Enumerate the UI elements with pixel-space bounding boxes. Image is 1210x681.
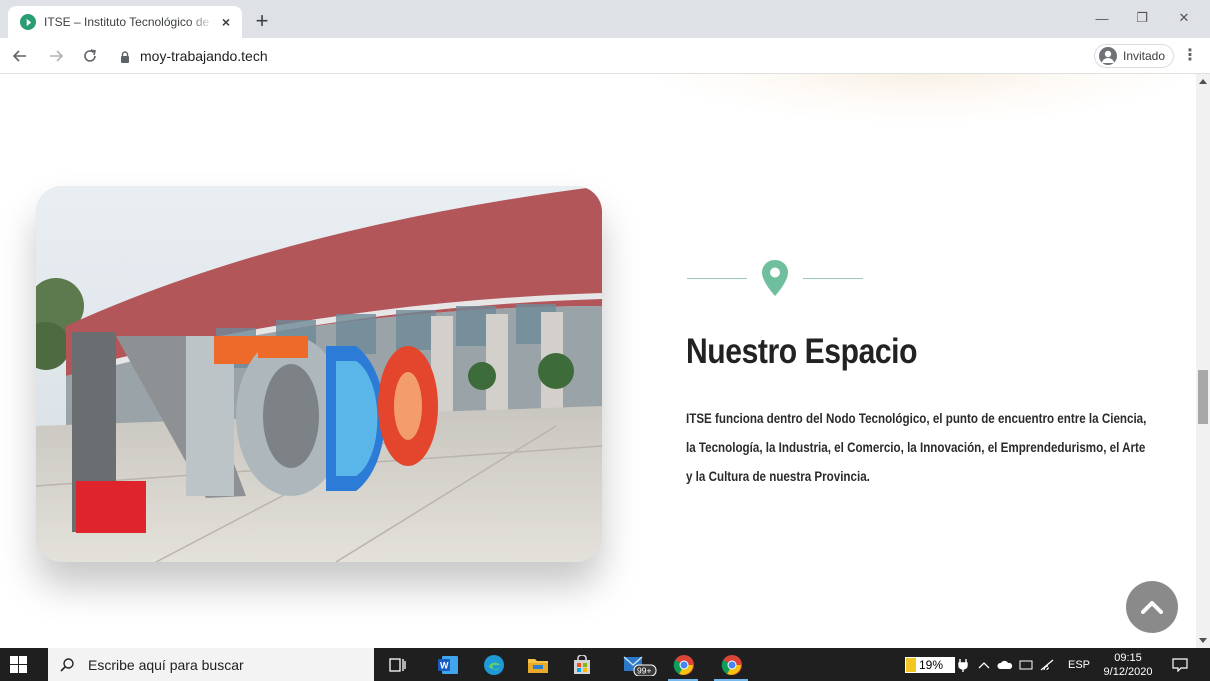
chevron-up-icon (1141, 601, 1163, 614)
mail-icon[interactable]: 99+ (622, 653, 658, 677)
file-explorer-icon[interactable] (526, 653, 550, 677)
chrome-icon[interactable] (672, 653, 696, 677)
onedrive-cloud-icon[interactable] (997, 648, 1013, 681)
windows-start-icon[interactable] (10, 656, 27, 673)
taskbar-search-input[interactable]: Escribe aquí para buscar (48, 648, 374, 681)
lock-icon (120, 50, 130, 63)
store-icon[interactable] (570, 653, 594, 677)
scroll-up-arrow-icon[interactable] (1199, 79, 1207, 84)
address-bar[interactable]: moy-trabajando.tech (112, 43, 1082, 69)
scroll-down-arrow-icon[interactable] (1199, 638, 1207, 643)
url-text: moy-trabajando.tech (140, 48, 268, 64)
windows-taskbar: Escribe aquí para buscar W 99+ 19% ESP 0… (0, 648, 1210, 681)
divider-line-left (687, 278, 747, 279)
restore-button[interactable]: ❐ (1122, 4, 1162, 32)
decorative-glow (640, 74, 1196, 124)
taskbar-clock[interactable]: 09:15 9/12/2020 (1098, 651, 1158, 679)
battery-indicator[interactable]: 19% (905, 657, 955, 673)
wifi-icon[interactable] (1040, 648, 1054, 681)
scrollbar-thumb[interactable] (1198, 370, 1208, 424)
minimize-button[interactable]: — (1082, 4, 1122, 32)
browser-tab[interactable]: ITSE – Instituto Tecnológico de Santiago… (8, 6, 242, 38)
forward-arrow-icon[interactable] (44, 44, 68, 68)
show-hidden-icons-chevron-icon[interactable] (978, 648, 990, 681)
back-arrow-icon[interactable] (8, 44, 32, 68)
chrome-active-icon[interactable] (720, 653, 744, 677)
notifications-icon[interactable] (1172, 648, 1188, 681)
nodo-sculpture-illustration (36, 186, 602, 562)
browser-toolbar: moy-trabajando.tech Invitado ⋮ (0, 38, 1210, 74)
more-vert-icon[interactable]: ⋮ (1182, 46, 1198, 66)
site-favicon-icon (20, 14, 36, 30)
clock-date: 9/12/2020 (1103, 666, 1153, 678)
section-title: Nuestro Espacio (686, 332, 918, 371)
page-viewport: Nuestro Espacio ITSE funciona dentro del… (0, 74, 1196, 648)
divider-line-right (803, 278, 863, 279)
new-tab-button[interactable]: + (250, 10, 274, 34)
profile-button[interactable]: Invitado (1094, 44, 1174, 68)
nodo-photo (36, 186, 602, 562)
word-app-icon[interactable]: W (436, 653, 460, 677)
reload-icon[interactable] (78, 44, 102, 68)
svg-text:W: W (440, 661, 449, 671)
tab-title: ITSE – Instituto Tecnológico de Santiago… (44, 15, 214, 29)
search-placeholder: Escribe aquí para buscar (88, 656, 244, 673)
power-plug-icon[interactable] (958, 648, 968, 681)
battery-fill (906, 658, 916, 672)
display-icon[interactable] (1019, 648, 1033, 681)
battery-percent: 19% (919, 658, 944, 672)
scroll-to-top-button[interactable] (1126, 581, 1178, 633)
profile-label: Invitado (1123, 49, 1166, 63)
vertical-scrollbar[interactable] (1196, 74, 1210, 648)
location-divider (687, 257, 863, 301)
guest-avatar-icon (1099, 47, 1117, 65)
store-badge: 99+ (637, 666, 651, 676)
map-pin-icon (762, 260, 788, 296)
browser-tab-strip: ITSE – Instituto Tecnológico de Santiago… (0, 0, 1210, 38)
close-window-button[interactable]: ✕ (1164, 4, 1204, 32)
tab-close-icon[interactable]: × (218, 14, 234, 30)
language-indicator[interactable]: ESP (1068, 648, 1090, 681)
section-description: ITSE funciona dentro del Nodo Tecnológic… (686, 411, 1147, 484)
clock-time: 09:15 (1114, 652, 1142, 664)
search-icon (60, 657, 74, 672)
task-view-icon[interactable] (386, 653, 410, 677)
edge-browser-icon[interactable] (482, 653, 506, 677)
